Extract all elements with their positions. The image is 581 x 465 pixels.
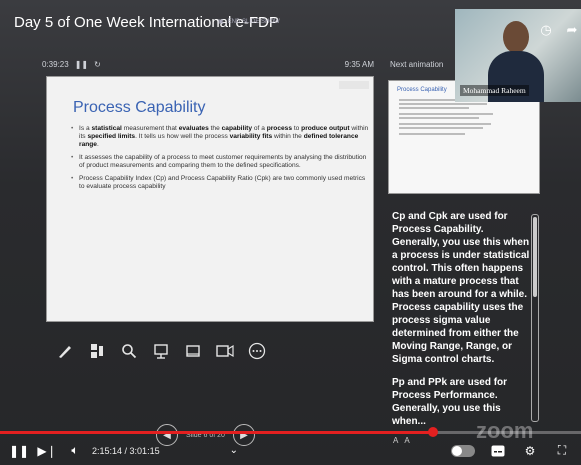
pen-icon[interactable] bbox=[56, 342, 74, 360]
top-right-icons: ◷ ➦ bbox=[538, 22, 580, 38]
presenter-head bbox=[503, 21, 529, 53]
video-progress-bar[interactable] bbox=[0, 427, 581, 437]
presenter-timer-bar: 0:39:23 ❚❚ ↻ 9:35 AM bbox=[42, 55, 374, 73]
autoplay-toggle[interactable] bbox=[451, 444, 475, 457]
zoom-slide-icon[interactable] bbox=[120, 342, 138, 360]
next-video-icon[interactable]: ▶❘ bbox=[37, 442, 56, 460]
player-right-controls: ⚙ ⛶ bbox=[451, 442, 571, 460]
volume-icon[interactable]: 🔈︎ bbox=[66, 442, 84, 460]
clock-icon[interactable]: ◷ bbox=[538, 22, 554, 38]
time-display: 2:15:14 / 3:01:15 bbox=[92, 446, 160, 456]
elapsed-time: 0:39:23 bbox=[42, 59, 69, 69]
webcam-name: Mohammad Raheem bbox=[460, 85, 529, 96]
thumb-text-line bbox=[399, 123, 491, 125]
thumb-text-line bbox=[399, 117, 479, 119]
thumb-text-line bbox=[399, 127, 483, 129]
pointer-options-icon[interactable] bbox=[152, 342, 170, 360]
thumb-text-line bbox=[399, 103, 487, 105]
fullscreen-exit-icon[interactable]: ⛶ bbox=[553, 442, 571, 460]
end-slideshow-icon: ▣ bbox=[218, 19, 224, 25]
thumb-text-line bbox=[399, 113, 493, 115]
camera-toggle-icon[interactable] bbox=[216, 342, 234, 360]
current-slide: Process Capability Is a statistical meas… bbox=[46, 76, 374, 322]
share-icon[interactable]: ➦ bbox=[564, 22, 580, 38]
see-all-slides-icon[interactable] bbox=[88, 342, 106, 360]
end-slideshow-button[interactable]: ▣ END SLIDE SHOW bbox=[218, 18, 280, 26]
slide-title: Process Capability bbox=[73, 99, 206, 116]
current-time: 2:15:14 bbox=[92, 445, 123, 456]
speaker-notes[interactable]: Cp and Cpk are used for Process Capabili… bbox=[388, 206, 534, 428]
chevron-down-icon[interactable]: ⌄ bbox=[230, 445, 238, 456]
end-slideshow-label: END SLIDE SHOW bbox=[227, 18, 280, 25]
next-animation-label: Next animation bbox=[390, 60, 444, 69]
slide-bullet: Process Capability Index (Cp) and Proces… bbox=[71, 175, 369, 191]
progress-fill bbox=[0, 431, 433, 434]
slide-bullet: It assesses the capability of a process … bbox=[71, 154, 369, 170]
more-options-icon[interactable] bbox=[248, 342, 266, 360]
slide-bullets: Is a statistical measurement that evalua… bbox=[69, 125, 369, 196]
pause-timer-icon[interactable]: ❚❚ bbox=[75, 60, 88, 69]
slide-logo bbox=[339, 81, 369, 89]
slide-bullet: Is a statistical measurement that evalua… bbox=[71, 125, 369, 149]
duration: 3:01:15 bbox=[129, 445, 160, 456]
subtitles-icon[interactable] bbox=[489, 442, 507, 460]
clock-time: 9:35 AM bbox=[344, 59, 374, 69]
black-screen-icon[interactable] bbox=[184, 342, 202, 360]
presenter-toolbar bbox=[56, 342, 266, 360]
gear-icon[interactable]: ⚙ bbox=[521, 442, 539, 460]
video-stage[interactable]: Day 5 of One Week International e-FDP ▣ … bbox=[0, 0, 581, 465]
thumb-text-line bbox=[399, 133, 465, 135]
thumb-text-line bbox=[399, 107, 469, 109]
notes-scrollbar[interactable] bbox=[531, 214, 539, 422]
notes-paragraph: Cp and Cpk are used for Process Capabili… bbox=[392, 211, 530, 365]
pause-icon[interactable]: ❚❚ bbox=[9, 442, 29, 460]
restart-timer-icon[interactable]: ↻ bbox=[94, 60, 101, 69]
next-slide-title: Process Capability bbox=[397, 87, 447, 93]
player-controls: ❚❚ ▶❘ 🔈︎ 2:15:14 / 3:01:15 ⌄ ⚙ ⛶ bbox=[0, 436, 581, 465]
time-separator: / bbox=[122, 445, 130, 456]
